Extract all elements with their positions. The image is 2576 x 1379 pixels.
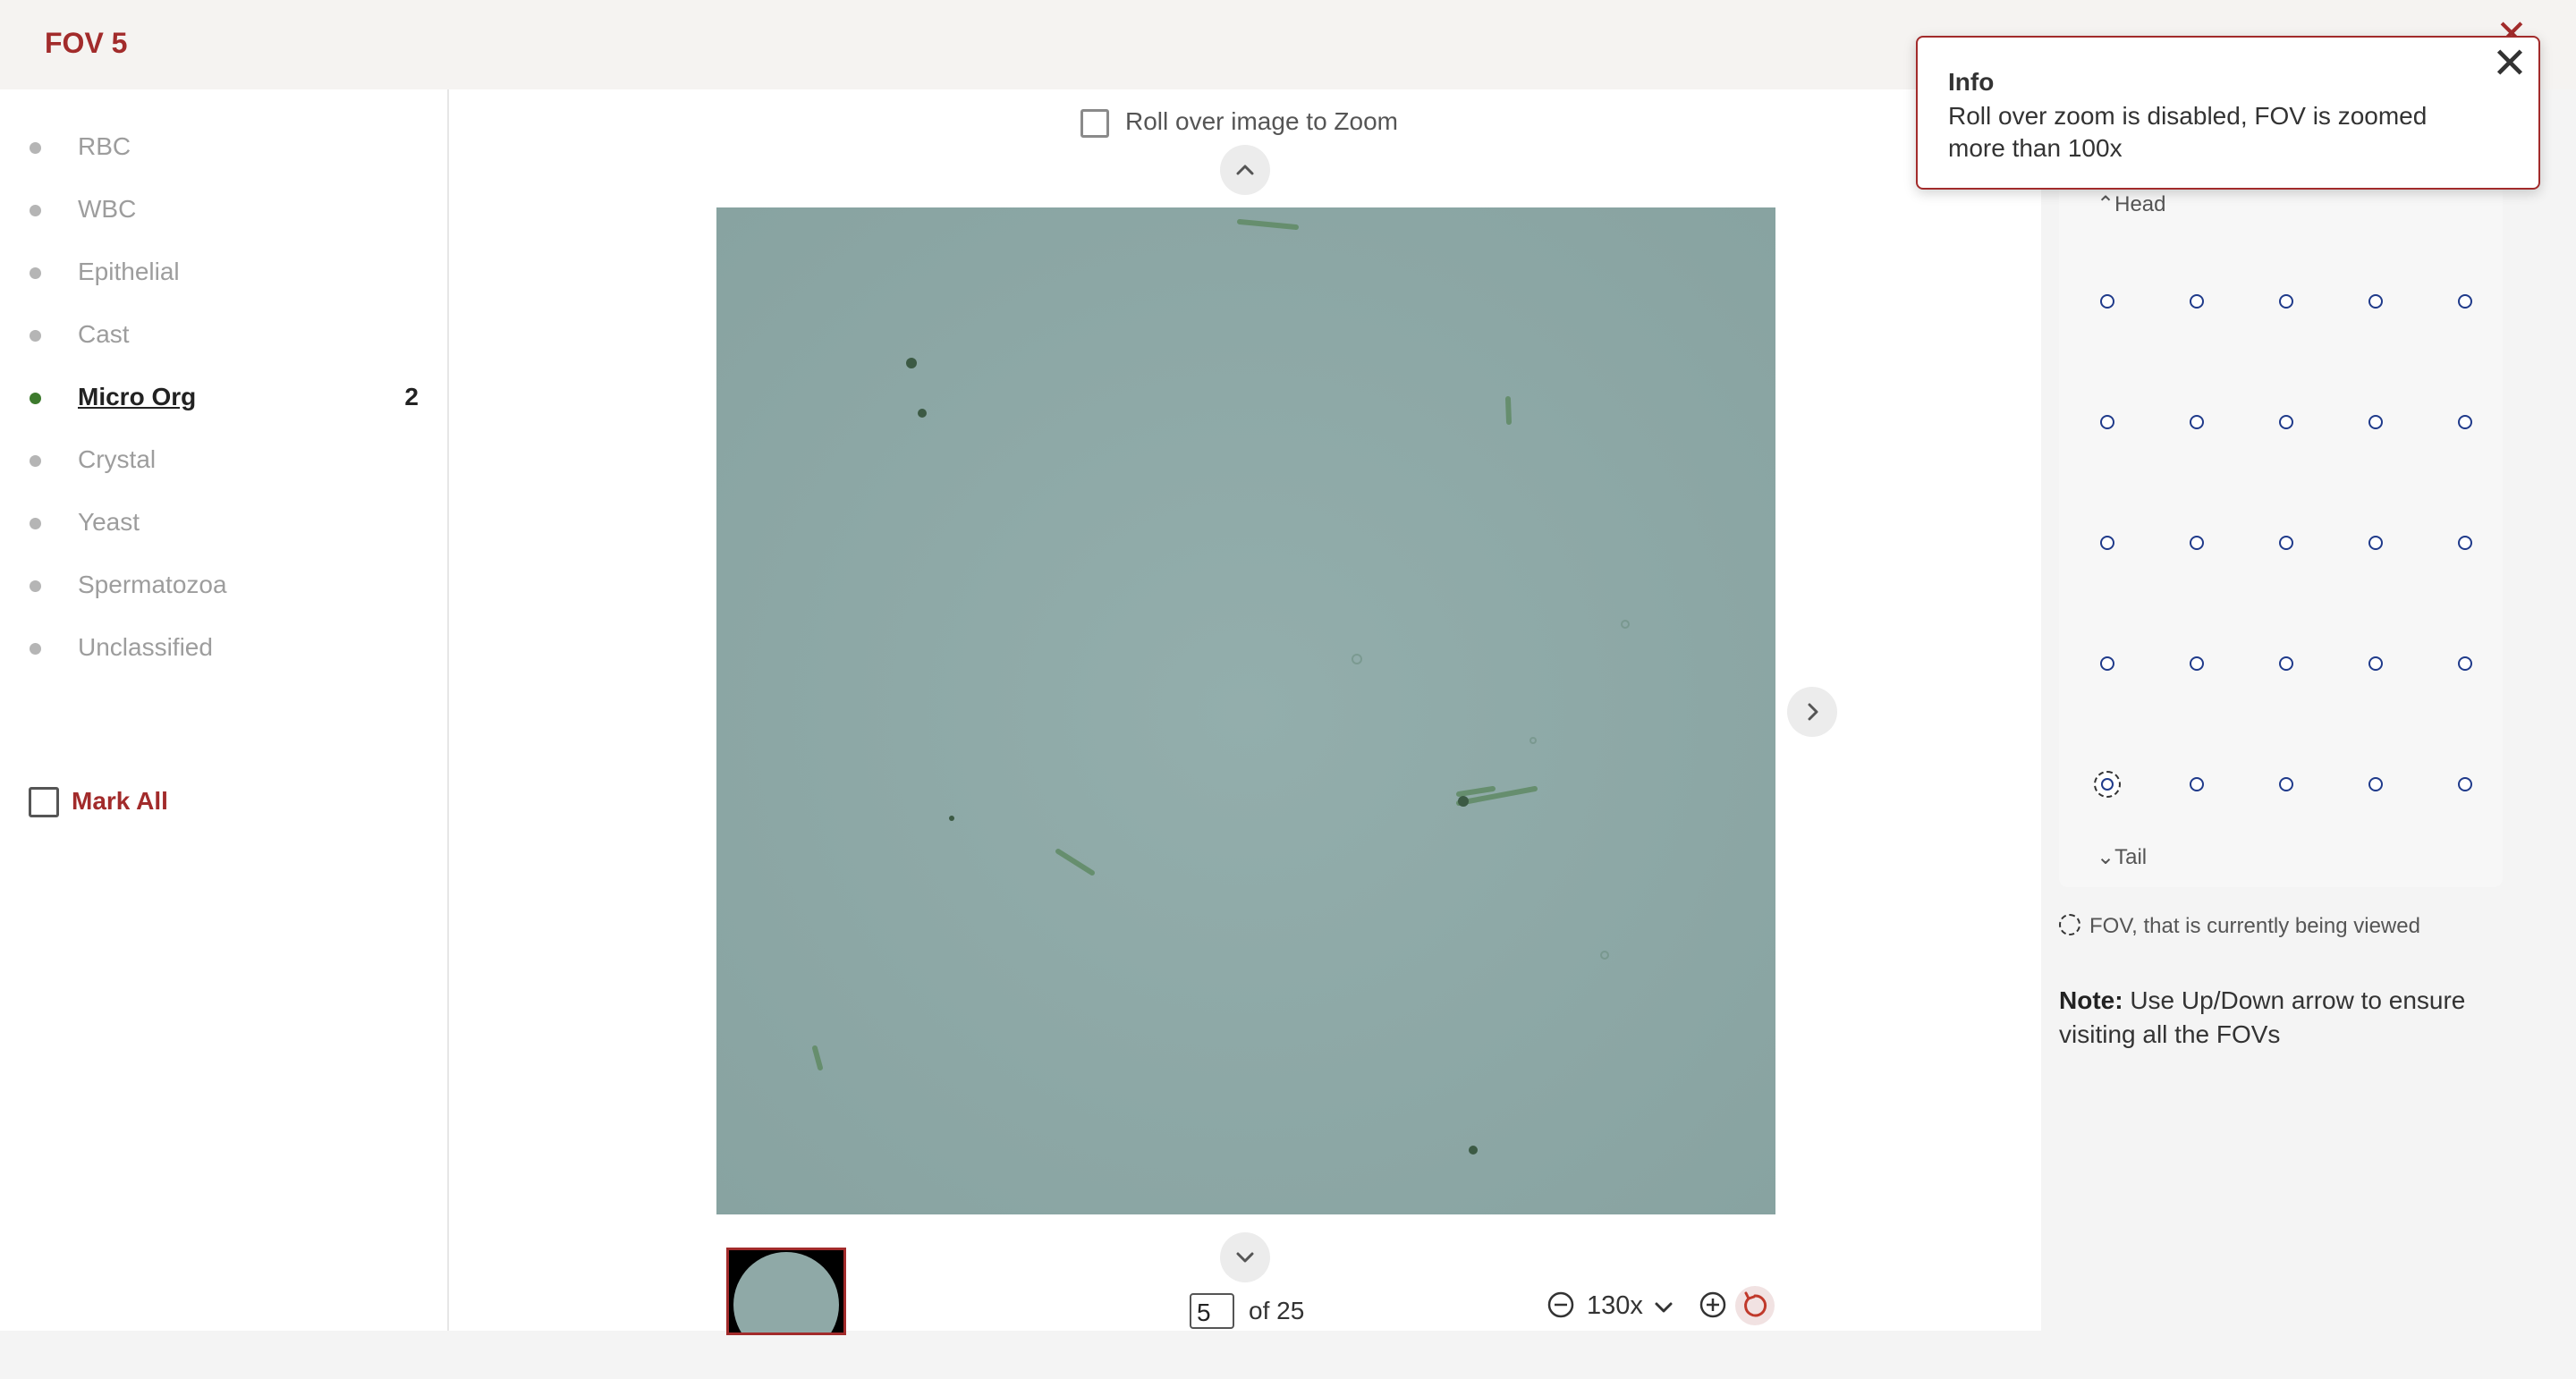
fov-dot[interactable]	[2368, 415, 2383, 429]
note-text: Note: Use Up/Down arrow to ensure visiti…	[2059, 984, 2524, 1052]
fov-dot[interactable]	[2458, 294, 2472, 309]
fov-dot[interactable]	[2100, 294, 2114, 309]
next-image-button[interactable]	[1787, 687, 1837, 737]
info-toast: Info Roll over zoom is disabled, FOV is …	[1916, 36, 2540, 190]
fov-dot[interactable]	[2279, 656, 2293, 671]
note-label: Note:	[2059, 986, 2123, 1014]
toast-title: Info	[1948, 68, 1995, 96]
sidebar-item-crystal[interactable]: Crystal	[0, 429, 447, 492]
fov-dot[interactable]	[2100, 536, 2114, 550]
status-dot	[30, 455, 41, 467]
chevron-down-icon	[1236, 1252, 1254, 1263]
sidebar-item-micro-org[interactable]: Micro Org 2	[0, 367, 447, 429]
zoom-out-icon	[1547, 1291, 1574, 1318]
legend-text: FOV, that is currently being viewed	[2089, 914, 2420, 938]
checkbox-icon[interactable]	[1080, 109, 1109, 138]
fov-dot[interactable]	[2458, 415, 2472, 429]
page-number-input[interactable]: 5	[1190, 1293, 1234, 1329]
fov-dot[interactable]	[2368, 777, 2383, 791]
status-dot	[30, 142, 41, 154]
fov-dot[interactable]	[2190, 294, 2204, 309]
sidebar-item-spermatozoa[interactable]: Spermatozoa	[0, 554, 447, 617]
sidebar-item-label: RBC	[78, 132, 131, 160]
zoom-level: 130x	[1587, 1291, 1643, 1320]
grid-head-label: ⌃Head	[2097, 192, 2166, 216]
fov-dot[interactable]	[2368, 294, 2383, 309]
fov-dot[interactable]	[2368, 536, 2383, 550]
sidebar-item-label: Unclassified	[78, 633, 213, 661]
zoom-in-icon	[1699, 1291, 1726, 1318]
sidebar-item-count: 2	[404, 383, 419, 410]
fov-thumbnail[interactable]	[726, 1248, 846, 1335]
zoom-level-dropdown[interactable]	[1651, 1295, 1676, 1320]
status-dot	[30, 267, 41, 279]
reset-zoom-button[interactable]	[1735, 1286, 1775, 1325]
grid-tail-label: ⌄Tail	[2097, 845, 2148, 869]
reset-icon	[1744, 1291, 1767, 1317]
sidebar-item-cast[interactable]: Cast	[0, 304, 447, 367]
page-title: FOV 5	[45, 27, 128, 59]
previous-fov-button[interactable]	[1220, 145, 1270, 195]
sidebar-item-label: Yeast	[78, 508, 140, 536]
status-dot	[30, 330, 41, 342]
sidebar-item-label: WBC	[78, 195, 137, 223]
status-dot	[30, 205, 41, 216]
mark-all-label: Mark All	[72, 787, 168, 815]
status-dot	[30, 643, 41, 655]
zoom-in-button[interactable]	[1698, 1290, 1728, 1320]
sidebar-item-label: Cast	[78, 320, 130, 348]
roll-over-zoom-label: Roll over image to Zoom	[1125, 107, 1399, 135]
toast-close-button[interactable]: ✕	[2490, 43, 2529, 86]
current-fov-legend-icon	[2059, 914, 2080, 935]
page-total: of 25	[1249, 1297, 1305, 1324]
category-sidebar: RBC WBC Epithelial Cast Micro Org 2 Crys…	[0, 89, 449, 1331]
fov-dot[interactable]	[2458, 536, 2472, 550]
fov-dot[interactable]	[2100, 415, 2114, 429]
status-dot	[30, 580, 41, 592]
fov-dot[interactable]	[2190, 656, 2204, 671]
sidebar-item-label: Crystal	[78, 445, 157, 473]
fov-dot[interactable]	[2458, 777, 2472, 791]
fov-dot[interactable]	[2190, 536, 2204, 550]
toast-message: Roll over zoom is disabled, FOV is zoome…	[1948, 102, 2428, 162]
sidebar-item-rbc[interactable]: RBC	[0, 116, 447, 179]
fov-dot[interactable]	[2279, 415, 2293, 429]
chevron-up-icon	[1236, 165, 1254, 175]
sidebar-item-label: Epithelial	[78, 258, 180, 285]
fov-dot[interactable]	[2190, 777, 2204, 791]
checkbox-icon[interactable]	[29, 787, 59, 817]
microscope-field	[716, 207, 1775, 1214]
sidebar-item-label: Spermatozoa	[78, 571, 227, 598]
fov-microscope-image[interactable]	[716, 207, 1775, 1214]
sidebar-item-epithelial[interactable]: Epithelial	[0, 241, 447, 304]
sidebar-item-label: Micro Org	[78, 383, 197, 410]
status-dot	[30, 518, 41, 529]
chevron-right-icon	[1808, 703, 1818, 721]
fov-dot[interactable]	[2279, 294, 2293, 309]
status-dot	[30, 393, 41, 404]
fov-dot[interactable]	[2279, 777, 2293, 791]
fov-dot[interactable]	[2190, 415, 2204, 429]
fov-dot[interactable]	[2458, 656, 2472, 671]
fov-dot[interactable]	[2100, 656, 2114, 671]
thumbnail-lens	[733, 1252, 839, 1332]
zoom-out-button[interactable]	[1546, 1290, 1576, 1320]
sidebar-item-wbc[interactable]: WBC	[0, 179, 447, 241]
sidebar-item-unclassified[interactable]: Unclassified	[0, 617, 447, 680]
sidebar-item-yeast[interactable]: Yeast	[0, 492, 447, 554]
fov-dot-current[interactable]	[2094, 771, 2121, 798]
fov-dot[interactable]	[2368, 656, 2383, 671]
fov-dot[interactable]	[2279, 536, 2293, 550]
next-fov-button[interactable]	[1220, 1232, 1270, 1282]
fov-grid-panel	[2059, 134, 2503, 887]
chevron-down-icon	[1655, 1302, 1673, 1313]
